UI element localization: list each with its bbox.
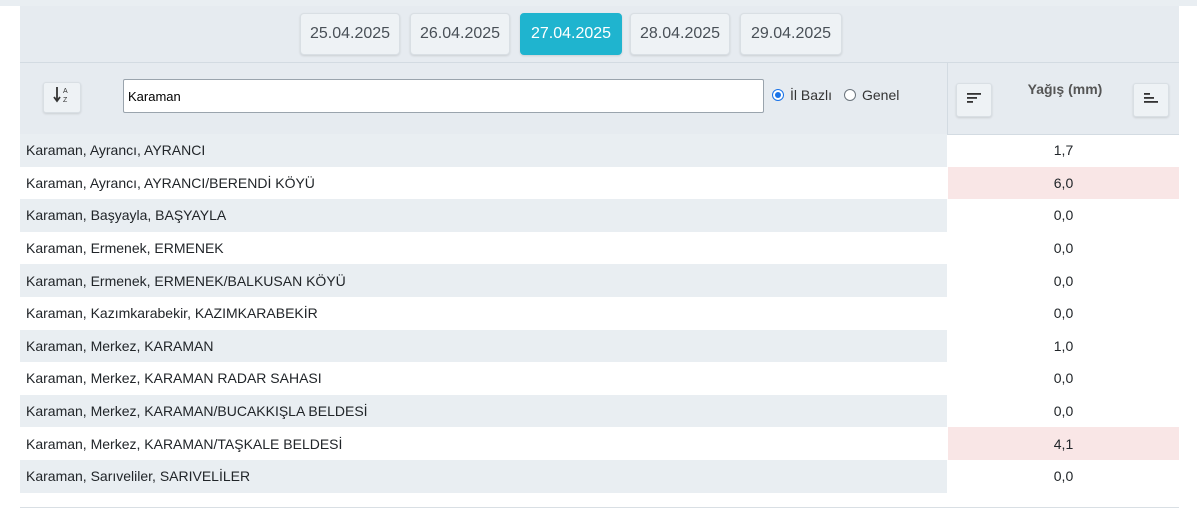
date-button-3[interactable]: 27.04.2025 <box>520 13 622 55</box>
station-name: Karaman, Ermenek, ERMENEK <box>26 240 224 257</box>
table-row[interactable]: Karaman, Ermenek, ERMENEK/BALKUSAN KÖYÜ … <box>20 264 1179 297</box>
rainfall-column-title: Yağış (mm) <box>1027 81 1103 97</box>
svg-text:A: A <box>63 88 68 95</box>
rainfall-value: 0,0 <box>1053 403 1074 420</box>
rainfall-value: 0,0 <box>1053 305 1074 322</box>
radio-genel-label: Genel <box>862 87 900 103</box>
station-name: Karaman, Ayrancı, AYRANCI <box>20 134 947 167</box>
station-name: Karaman, Ermenek, ERMENEK/BALKUSAN KÖYÜ <box>20 264 947 297</box>
sort-ascending-icon <box>1143 91 1159 109</box>
bottom-border <box>20 507 1179 508</box>
station-table: Karaman, Ayrancı, AYRANCI 1,7 Karaman, A… <box>20 134 1179 493</box>
radio-genel-dot[interactable] <box>844 89 856 101</box>
sort-alpha-button[interactable]: A Z <box>43 82 81 113</box>
rainfall-value: 0,0 <box>1053 468 1074 485</box>
radio-il-bazli-dot[interactable] <box>772 89 784 101</box>
station-name: Karaman, Ayrancı, AYRANCI/BERENDİ KÖYÜ <box>26 174 315 191</box>
radio-genel[interactable]: Genel <box>844 87 899 103</box>
table-row[interactable]: Karaman, Ayrancı, AYRANCI/BERENDİ KÖYÜ 6… <box>20 166 1179 200</box>
date-button-1[interactable]: 25.04.2025 <box>300 13 400 55</box>
table-row[interactable]: Karaman, Merkez, KARAMAN/BUCAKKIŞLA BELD… <box>20 394 1179 428</box>
sort-ascending-button[interactable] <box>1133 83 1169 117</box>
radio-il-bazli[interactable]: İl Bazlı <box>772 87 832 103</box>
station-name: Karaman, Başyayla, BAŞYAYLA <box>20 199 947 232</box>
table-row[interactable]: Karaman, Merkez, KARAMAN 1,0 <box>20 329 1179 363</box>
date-button-2[interactable]: 26.04.2025 <box>410 13 510 55</box>
rainfall-value: 1,7 <box>1053 142 1074 159</box>
rainfall-value: 0,0 <box>1053 272 1074 289</box>
table-row[interactable]: Karaman, Kazımkarabekir, KAZIMKARABEKİR … <box>20 297 1179 330</box>
date-bar: 25.04.2025 26.04.2025 27.04.2025 28.04.2… <box>20 6 1179 63</box>
filter-panel: 25.04.2025 26.04.2025 27.04.2025 28.04.2… <box>20 6 1179 135</box>
date-button-5[interactable]: 29.04.2025 <box>740 13 842 55</box>
table-row[interactable]: Karaman, Başyayla, BAŞYAYLA 0,0 <box>20 199 1179 232</box>
rainfall-value: 1,0 <box>1053 337 1074 354</box>
station-name: Karaman, Merkez, KARAMAN <box>20 329 947 363</box>
table-row[interactable]: Karaman, Merkez, KARAMAN RADAR SAHASI 0,… <box>20 362 1179 395</box>
station-name: Karaman, Kazımkarabekir, KAZIMKARABEKİR <box>26 305 318 322</box>
table-row[interactable]: Karaman, Ayrancı, AYRANCI 1,7 <box>20 134 1179 167</box>
table-row[interactable]: Karaman, Merkez, KARAMAN/TAŞKALE BELDESİ… <box>20 427 1179 460</box>
rainfall-value: 0,0 <box>1053 240 1074 257</box>
sort-alpha-icon: A Z <box>53 85 71 110</box>
table-row[interactable]: Karaman, Ermenek, ERMENEK 0,0 <box>20 232 1179 265</box>
station-name: Karaman, Merkez, KARAMAN/BUCAKKIŞLA BELD… <box>20 394 947 428</box>
rainfall-value: 0,0 <box>1053 207 1074 224</box>
rainfall-value: 0,0 <box>1053 370 1074 387</box>
sort-descending-icon <box>966 91 982 109</box>
search-input[interactable] <box>123 79 764 113</box>
station-name: Karaman, Sarıveliler, SARIVELİLER <box>20 459 947 493</box>
rainfall-value: 6,0 <box>948 166 1179 200</box>
sort-descending-button[interactable] <box>956 83 992 117</box>
station-name: Karaman, Merkez, KARAMAN RADAR SAHASI <box>26 370 322 387</box>
radio-il-bazli-label: İl Bazlı <box>790 87 833 103</box>
svg-text:Z: Z <box>63 97 68 104</box>
column-divider <box>947 63 948 134</box>
station-name: Karaman, Merkez, KARAMAN/TAŞKALE BELDESİ <box>26 435 343 452</box>
rainfall-value: 4,1 <box>948 427 1179 460</box>
controls-bar: A Z İl Bazlı Genel Yağış (mm) <box>20 63 1179 135</box>
date-button-4[interactable]: 28.04.2025 <box>630 13 730 55</box>
table-row[interactable]: Karaman, Sarıveliler, SARIVELİLER 0,0 <box>20 459 1179 493</box>
